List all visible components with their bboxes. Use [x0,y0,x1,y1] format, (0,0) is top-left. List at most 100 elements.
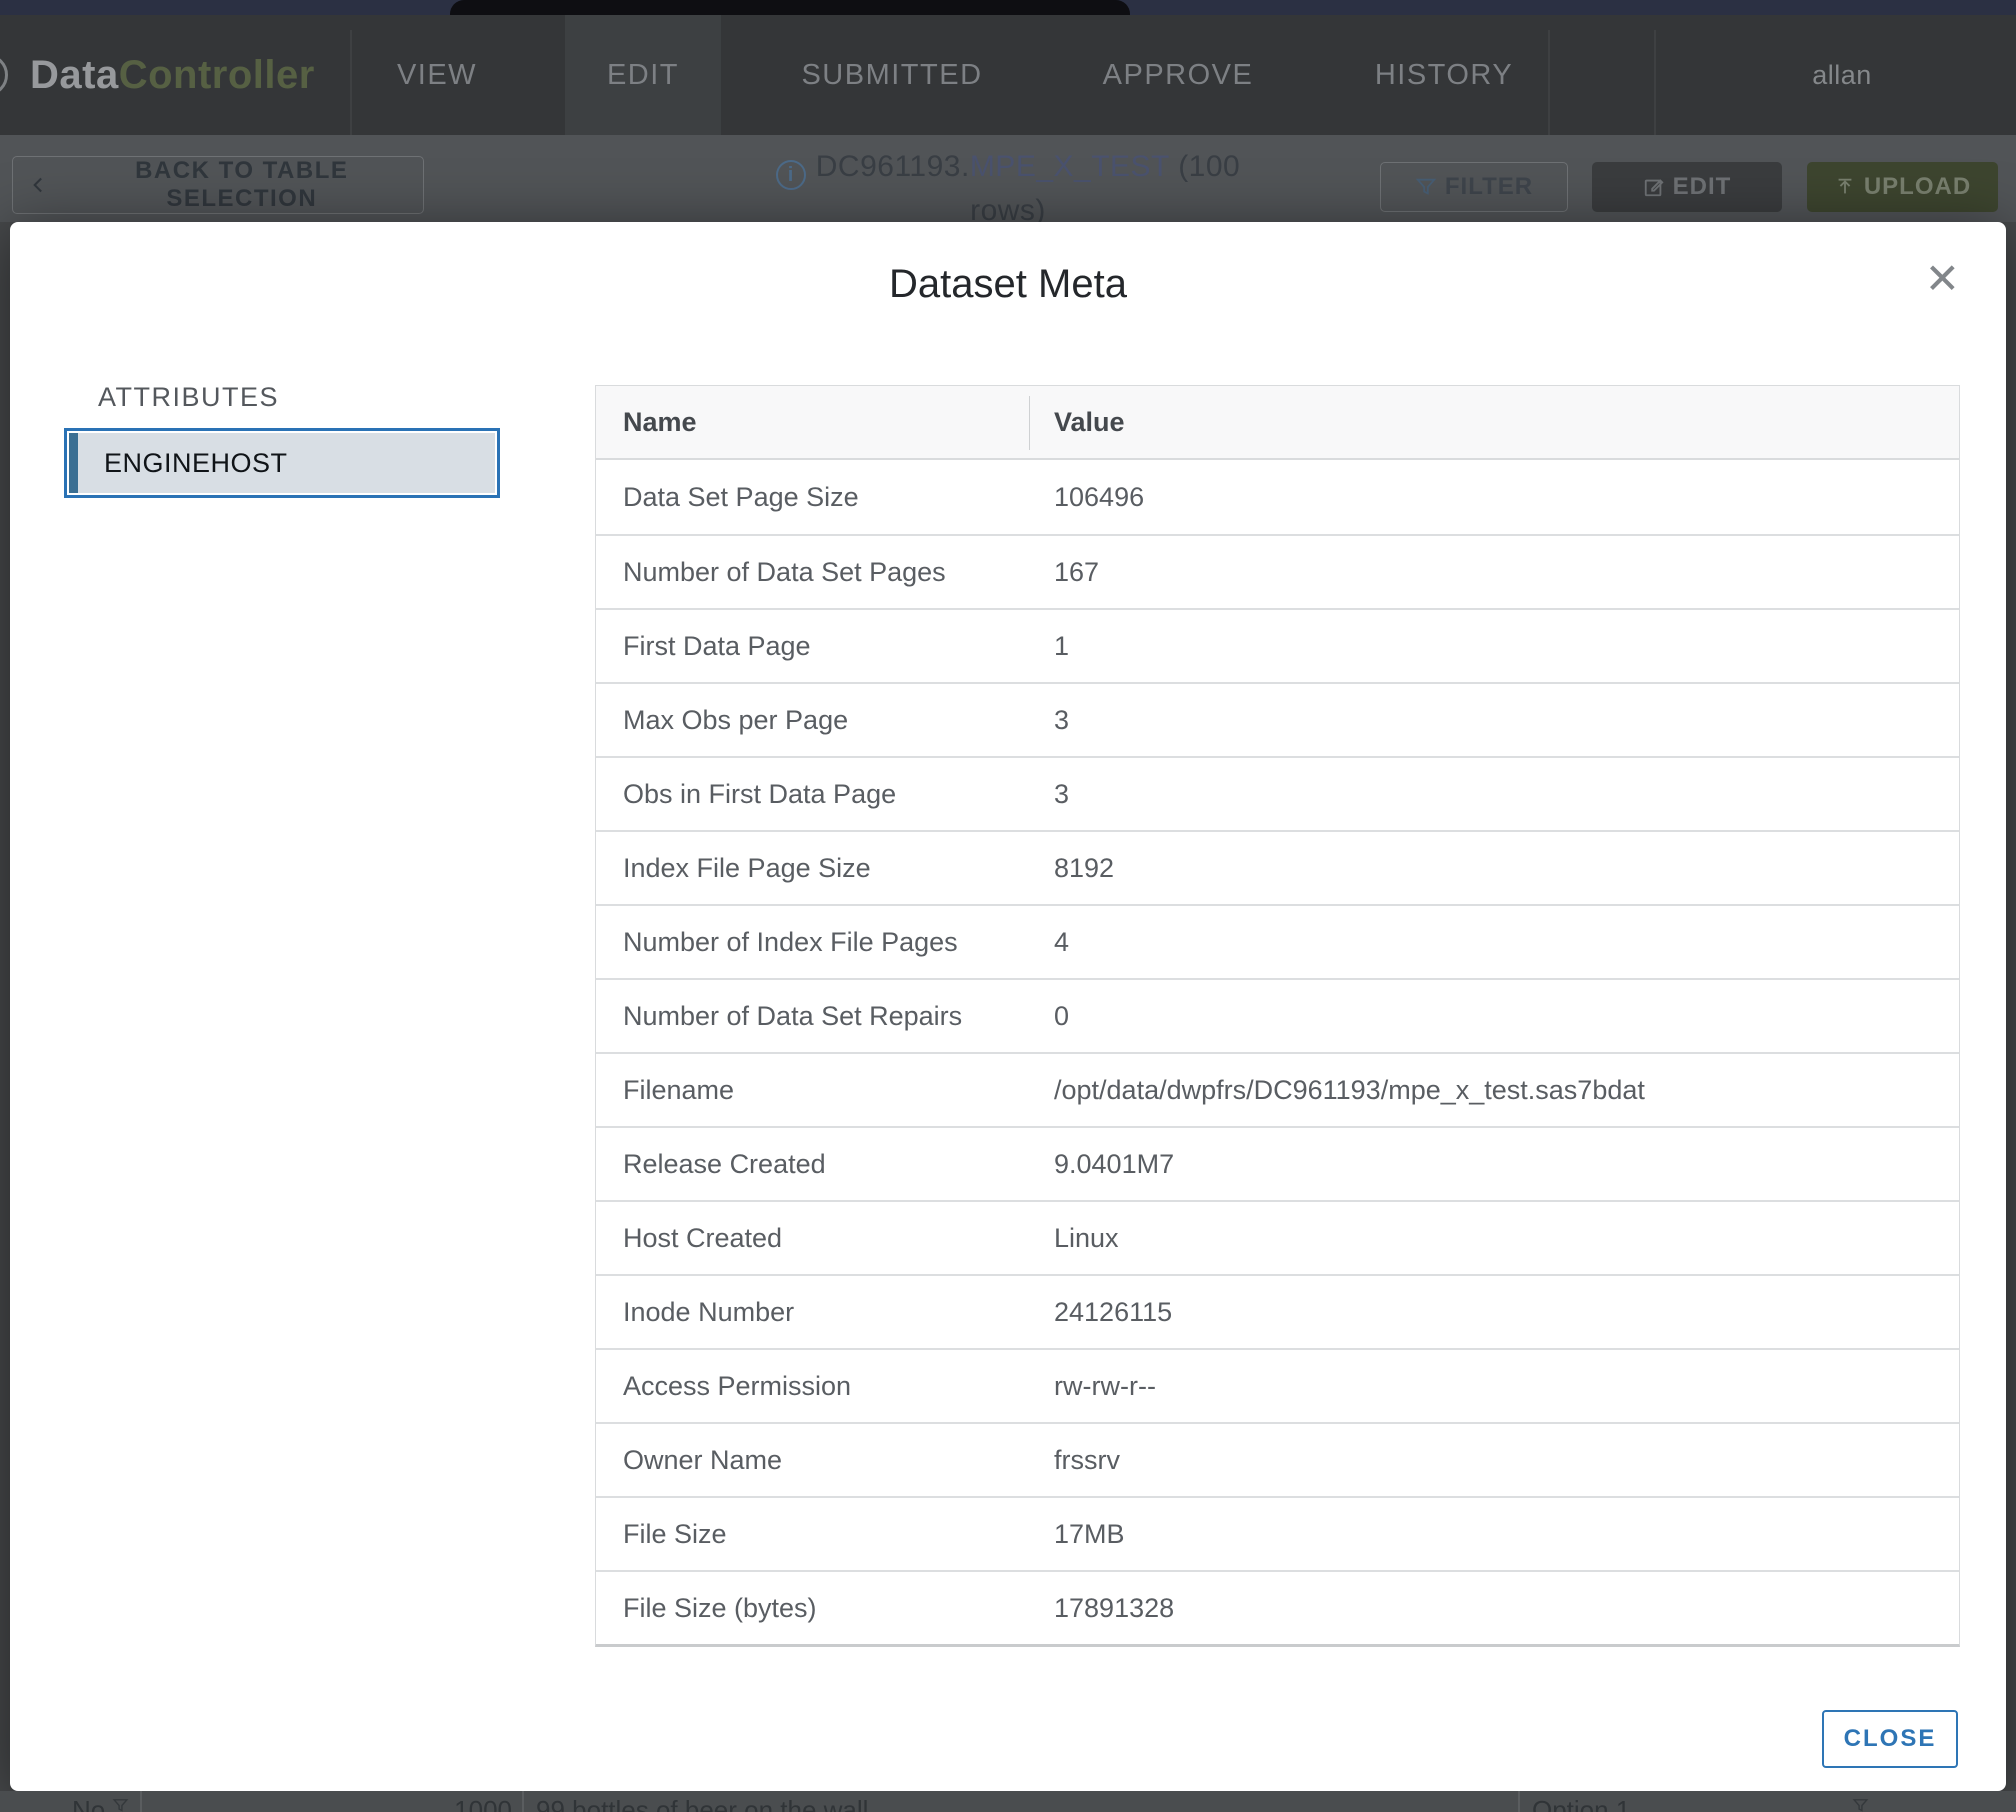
meta-value-cell: /opt/data/dwpfrs/DC961193/mpe_x_test.sas… [1029,1075,1959,1106]
meta-value-cell: 0 [1029,1001,1959,1032]
table-row: File Size (bytes) 17891328 [596,1570,1959,1644]
nav-item-view[interactable]: VIEW [355,15,519,135]
meta-name-cell: Max Obs per Page [596,705,1029,736]
edit-pencil-icon [1643,176,1665,198]
dataset-name: MPE_X_TEST [970,150,1170,183]
table-row: Release Created 9.0401M7 [596,1126,1959,1200]
logo-text-controller: Controller [119,53,315,97]
bg-cell-number: 1000 [440,1795,512,1812]
column-header-value: Value [1029,407,1959,438]
user-menu[interactable]: allan [1812,15,1872,135]
table-row: Number of Data Set Pages 167 [596,534,1959,608]
background-table-strip: No 1000 99 bottles of beer on the wall O… [0,1791,2016,1812]
meta-value-cell: 9.0401M7 [1029,1149,1959,1180]
attribute-item-inner: ENGINEHOST [69,433,495,493]
table-row: Max Obs per Page 3 [596,682,1959,756]
meta-name-cell: Index File Page Size [596,853,1029,884]
column-header-name: Name [596,407,1029,438]
logo-text-data: Data [30,53,119,97]
dataset-libref: DC961193. [816,150,970,183]
meta-table-body: Data Set Page Size 106496 Number of Data… [596,460,1959,1644]
meta-name-cell: First Data Page [596,631,1029,662]
meta-value-cell: frssrv [1029,1445,1959,1476]
screen: DataController VIEW EDIT SUBMITTED APPRO… [0,0,2016,1812]
bg-cell-text: 99 bottles of beer on the wall [536,1795,868,1812]
attribute-item-enginehost[interactable]: ENGINEHOST [64,428,500,498]
meta-name-cell: File Size [596,1519,1029,1550]
table-row: Number of Index File Pages 4 [596,904,1959,978]
funnel-icon [1852,1797,1869,1812]
chevron-left-icon [29,175,48,195]
close-button[interactable]: CLOSE [1822,1710,1958,1768]
upload-button-label: UPLOAD [1864,173,1971,201]
info-icon[interactable]: i [776,160,806,190]
meta-value-cell: 3 [1029,779,1959,810]
bg-cell-option: Option 1 [1532,1795,1630,1812]
meta-name-cell: Data Set Page Size [596,482,1029,513]
nav-item-approve[interactable]: APPROVE [1061,15,1296,135]
filter-button-label: FILTER [1445,173,1533,201]
window-tab-shape [450,0,1130,15]
meta-name-cell: Number of Data Set Repairs [596,1001,1029,1032]
filter-button[interactable]: FILTER [1380,162,1568,212]
meta-value-cell: 24126115 [1029,1297,1959,1328]
edit-button[interactable]: EDIT [1592,162,1782,212]
back-to-table-selection-button[interactable]: BACK TO TABLE SELECTION [12,156,424,214]
meta-value-cell: 3 [1029,705,1959,736]
funnel-icon [112,1797,129,1812]
dataset-title: iDC961193.MPE_X_TEST (100 rows) [763,146,1253,232]
table-row: File Size 17MB [596,1496,1959,1570]
meta-value-cell: 1 [1029,631,1959,662]
close-icon[interactable]: ✕ [1925,258,1960,300]
meta-name-cell: Host Created [596,1223,1029,1254]
dataset-meta-modal: Dataset Meta ✕ ATTRIBUTES ENGINEHOST Nam… [10,222,2006,1791]
table-row: Filename /opt/data/dwpfrs/DC961193/mpe_x… [596,1052,1959,1126]
attribute-label: ENGINEHOST [104,448,288,479]
table-row: Owner Name frssrv [596,1422,1959,1496]
column-divider [1029,396,1030,450]
nav-divider [1548,30,1550,150]
table-row: Inode Number 24126115 [596,1274,1959,1348]
meta-name-cell: Number of Data Set Pages [596,557,1029,588]
upload-arrow-icon [1834,176,1856,198]
nav-divider [350,30,352,150]
table-row: Host Created Linux [596,1200,1959,1274]
meta-name-cell: File Size (bytes) [596,1593,1029,1624]
meta-name-cell: Number of Index File Pages [596,927,1029,958]
meta-value-cell: 4 [1029,927,1959,958]
meta-table: Name Value Data Set Page Size 106496 Num… [595,385,1960,1647]
meta-value-cell: Linux [1029,1223,1959,1254]
meta-name-cell: Access Permission [596,1371,1029,1402]
meta-name-cell: Owner Name [596,1445,1029,1476]
meta-value-cell: 167 [1029,557,1959,588]
bg-cell-flag: No [72,1795,105,1812]
nav-item-history[interactable]: HISTORY [1333,15,1555,135]
app-navbar: DataController VIEW EDIT SUBMITTED APPRO… [0,15,2016,135]
funnel-icon [1415,176,1437,198]
table-row: Data Set Page Size 106496 [596,460,1959,534]
app-logo[interactable]: DataController [30,15,315,135]
nav-item-submitted[interactable]: SUBMITTED [759,15,1024,135]
meta-table-header: Name Value [596,386,1959,460]
nav-item-edit[interactable]: EDIT [565,15,721,135]
bg-column-divider [140,1791,142,1812]
modal-title: Dataset Meta [10,262,2006,307]
table-row: Number of Data Set Repairs 0 [596,978,1959,1052]
table-row: First Data Page 1 [596,608,1959,682]
bg-column-divider [1518,1791,1520,1812]
meta-name-cell: Obs in First Data Page [596,779,1029,810]
window-top-strip [0,0,2016,15]
meta-value-cell: 17891328 [1029,1593,1959,1624]
upload-button[interactable]: UPLOAD [1807,162,1998,212]
meta-value-cell: 17MB [1029,1519,1959,1550]
meta-value-cell: rw-rw-r-- [1029,1371,1959,1402]
bg-column-divider [522,1791,524,1812]
meta-name-cell: Release Created [596,1149,1029,1180]
table-row: Index File Page Size 8192 [596,830,1959,904]
table-row: Access Permission rw-rw-r-- [596,1348,1959,1422]
attributes-heading: ATTRIBUTES [98,382,279,413]
edit-button-label: EDIT [1673,173,1732,201]
meta-value-cell: 8192 [1029,853,1959,884]
table-row: Obs in First Data Page 3 [596,756,1959,830]
meta-name-cell: Filename [596,1075,1029,1106]
